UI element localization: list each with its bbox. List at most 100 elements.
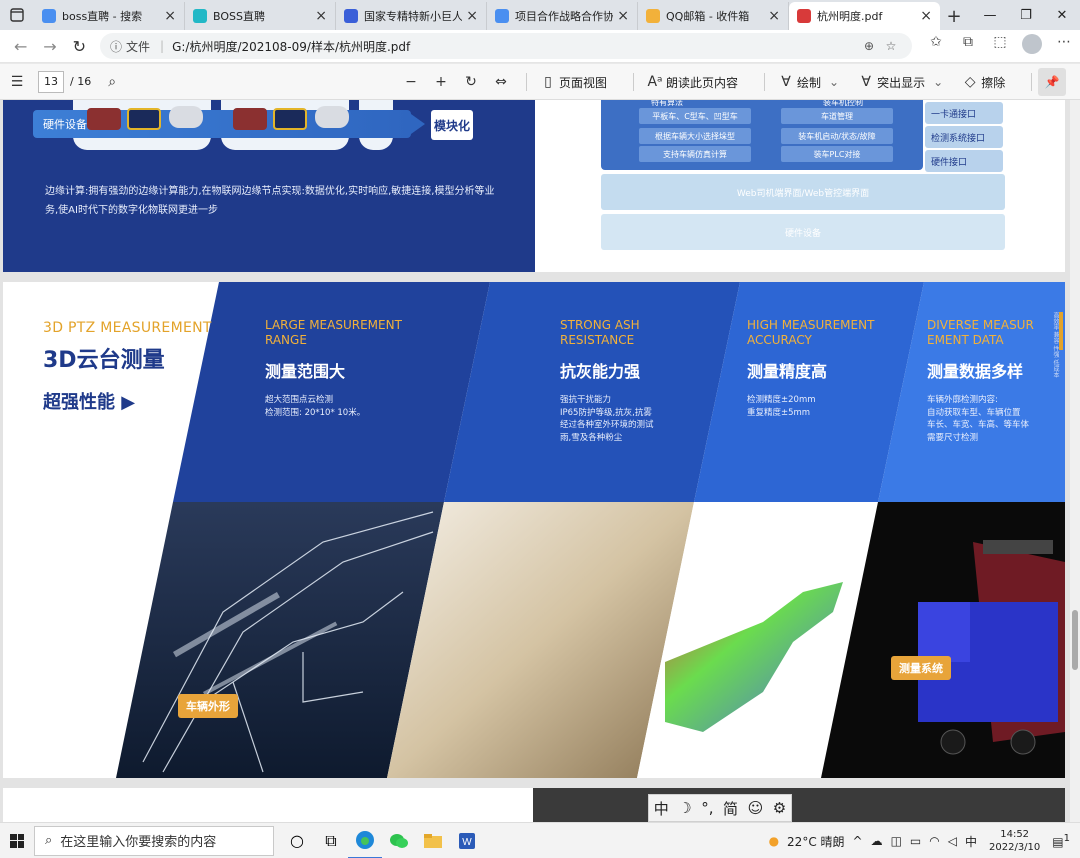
- browser-tab[interactable]: boss直聘 - 搜索 ×: [34, 2, 185, 30]
- task-view-icon[interactable]: ⧉: [314, 823, 348, 858]
- emoji-icon[interactable]: ☺: [748, 799, 764, 817]
- app-tray-icon[interactable]: ◫: [891, 834, 902, 848]
- weather-text[interactable]: 22°C 晴朗: [787, 833, 844, 850]
- pin-toolbar-button[interactable]: 📌: [1038, 68, 1066, 96]
- architecture-block: 特有算法 装车机控制 平板车、C型车、凹型车 根据车辆大小选择垛型 支持车辆仿真…: [601, 100, 923, 170]
- search-icon[interactable]: ⌕: [97, 74, 127, 90]
- wifi-icon[interactable]: ◠: [929, 834, 939, 848]
- image-strip: [116, 502, 1065, 778]
- save-icon[interactable]: ▣: [1072, 74, 1080, 90]
- pdf-page-13: 3D PTZ MEASUREMENT 3D云台测量 超强性能 ▶ LARGE M…: [3, 282, 1065, 778]
- punctuation-button[interactable]: °,: [701, 799, 713, 817]
- minimize-button[interactable]: —: [972, 0, 1008, 30]
- page-view-button[interactable]: ▯ 页面视图: [537, 74, 607, 91]
- favorite-star-icon[interactable]: ☆: [880, 39, 902, 53]
- read-aloud-button[interactable]: Aᵃ 朗读此页内容: [644, 74, 738, 91]
- erase-button[interactable]: ◇ 擦除: [959, 74, 1005, 91]
- tab-actions-button[interactable]: [0, 0, 34, 30]
- cloud-icon[interactable]: ☁: [871, 834, 883, 848]
- close-tab-icon[interactable]: ×: [466, 8, 478, 24]
- window-controls: — ❐ ✕: [972, 0, 1080, 30]
- feature-en: HIGH MEASUREMENT ACCURACY: [747, 318, 875, 347]
- fit-width-icon[interactable]: ⇔: [486, 74, 516, 90]
- feature-ash: STRONG ASH RESISTANCE 抗灰能力强 强抗干扰能力 IP65防…: [560, 318, 710, 444]
- restore-button[interactable]: ❐: [1008, 0, 1044, 30]
- zoom-in-icon[interactable]: +: [426, 74, 456, 90]
- contents-list-icon[interactable]: ☰: [2, 74, 32, 90]
- back-button[interactable]: ←: [6, 31, 35, 61]
- feature-desc: 强抗干扰能力 IP65防护等级,抗灰,抗雾 经过各种室外环境的测试 雨,雪及各种…: [560, 395, 654, 443]
- page-image: [533, 788, 1065, 822]
- draw-button[interactable]: ∀ 绘制 ⌄: [775, 74, 839, 91]
- close-tab-icon[interactable]: ×: [920, 8, 932, 24]
- favorites-icon[interactable]: ✩: [920, 34, 952, 58]
- svg-text:W: W: [462, 837, 472, 848]
- measure-system-tag: 测量系统: [891, 656, 951, 680]
- read-aloud-label: 朗读此页内容: [666, 75, 739, 90]
- intro-block: 3D PTZ MEASUREMENT 3D云台测量 超强性能 ▶: [3, 282, 219, 502]
- chevron-down-icon[interactable]: ⌄: [829, 75, 839, 89]
- close-tab-icon[interactable]: ×: [164, 8, 176, 24]
- time: 14:52: [1000, 829, 1030, 840]
- pdf-viewport[interactable]: 硬件设备 模块化 边缘计算:拥有强劲的边缘计算能力,在物联网边缘节点实现:数据优…: [0, 100, 1070, 822]
- notification-icon: ▤: [1052, 835, 1064, 849]
- start-button[interactable]: [0, 833, 34, 848]
- file-explorer-icon[interactable]: [416, 823, 450, 858]
- arch-heading: 特有算法: [651, 100, 683, 107]
- scrollbar-thumb[interactable]: [1072, 610, 1078, 670]
- system-tray: ● 22°C 晴朗 ^ ☁ ◫ ▭ ◠ ◁ 中 14:52 2022/3/10 …: [765, 823, 1080, 858]
- weather-icon[interactable]: ●: [769, 834, 779, 848]
- url-field[interactable]: ⓘ 文件 | G:/杭州明度/202108-09/样本/杭州明度.pdf ⊕ ☆: [99, 33, 912, 59]
- browser-tab[interactable]: 项目合作战略合作协议(战略×: [487, 2, 638, 30]
- network-icon[interactable]: ▭: [910, 834, 921, 848]
- vertical-scrollbar[interactable]: [1070, 100, 1080, 822]
- intro-subtitle: 超强性能 ▶: [43, 392, 136, 413]
- close-tab-icon[interactable]: ×: [617, 8, 629, 24]
- clock[interactable]: 14:52 2022/3/10: [989, 828, 1040, 854]
- arch-heading: 装车机控制: [823, 100, 863, 107]
- pin-icon: 📌: [1044, 75, 1060, 89]
- collections-icon[interactable]: ⧉: [952, 34, 984, 58]
- close-tab-icon[interactable]: ×: [315, 8, 327, 24]
- page-number-input[interactable]: 13: [38, 70, 64, 93]
- highlight-button[interactable]: ∀ 突出显示 ⌄: [855, 74, 943, 91]
- browser-tab[interactable]: 杭州明度.pdf ×: [789, 2, 940, 30]
- zoom-out-icon[interactable]: −: [396, 74, 426, 90]
- browser-tab[interactable]: BOSS直聘 ×: [185, 2, 336, 30]
- close-window-button[interactable]: ✕: [1044, 0, 1080, 30]
- zoom-icon[interactable]: ⊕: [858, 39, 880, 53]
- chevron-up-icon[interactable]: ^: [853, 834, 863, 848]
- pdf-icon: [797, 9, 811, 23]
- intro-title: 3D云台测量: [43, 348, 165, 373]
- more-menu-icon[interactable]: ⋯: [1048, 34, 1080, 58]
- wechat-icon[interactable]: [382, 823, 416, 858]
- settings-icon[interactable]: ⚙: [773, 799, 786, 817]
- tab-title: 国家专精特新小巨人，及申: [364, 10, 463, 23]
- notification-count: 1: [1063, 833, 1070, 844]
- word-icon[interactable]: W: [450, 823, 484, 858]
- forward-button[interactable]: →: [35, 31, 64, 61]
- chevron-down-icon[interactable]: ⌄: [933, 75, 943, 89]
- browser-tab[interactable]: 国家专精特新小巨人，及申×: [336, 2, 487, 30]
- close-tab-icon[interactable]: ×: [768, 8, 780, 24]
- taskbar-search[interactable]: ⌕ 在这里输入你要搜索的内容: [34, 825, 274, 856]
- cortana-icon[interactable]: ○: [280, 823, 314, 858]
- profile-avatar[interactable]: [1016, 34, 1048, 58]
- browser-tab[interactable]: QQ邮箱 - 收件箱 ×: [638, 2, 789, 30]
- interface-item: 硬件接口: [925, 150, 1003, 172]
- tab-title: BOSS直聘: [213, 10, 265, 23]
- feature-data: DIVERSE MEASUR EMENT DATA 测量数据多样 车辆外廓检测内…: [927, 318, 1039, 444]
- extensions-icon[interactable]: ⬚: [984, 34, 1016, 58]
- ime-mode-button[interactable]: 中: [654, 798, 669, 819]
- reload-button[interactable]: ↻: [65, 31, 94, 61]
- modular-badge: 模块化: [431, 110, 473, 140]
- tab-title: 杭州明度.pdf: [817, 10, 883, 23]
- volume-icon[interactable]: ◁: [948, 834, 957, 848]
- new-tab-button[interactable]: +: [940, 2, 968, 30]
- ime-indicator[interactable]: 中: [965, 833, 977, 850]
- rotate-icon[interactable]: ↻: [456, 74, 486, 90]
- simplified-button[interactable]: 简: [723, 798, 738, 819]
- edge-icon[interactable]: [348, 823, 382, 858]
- notification-button[interactable]: ▤1: [1052, 833, 1070, 849]
- moon-icon[interactable]: ☽: [678, 799, 691, 817]
